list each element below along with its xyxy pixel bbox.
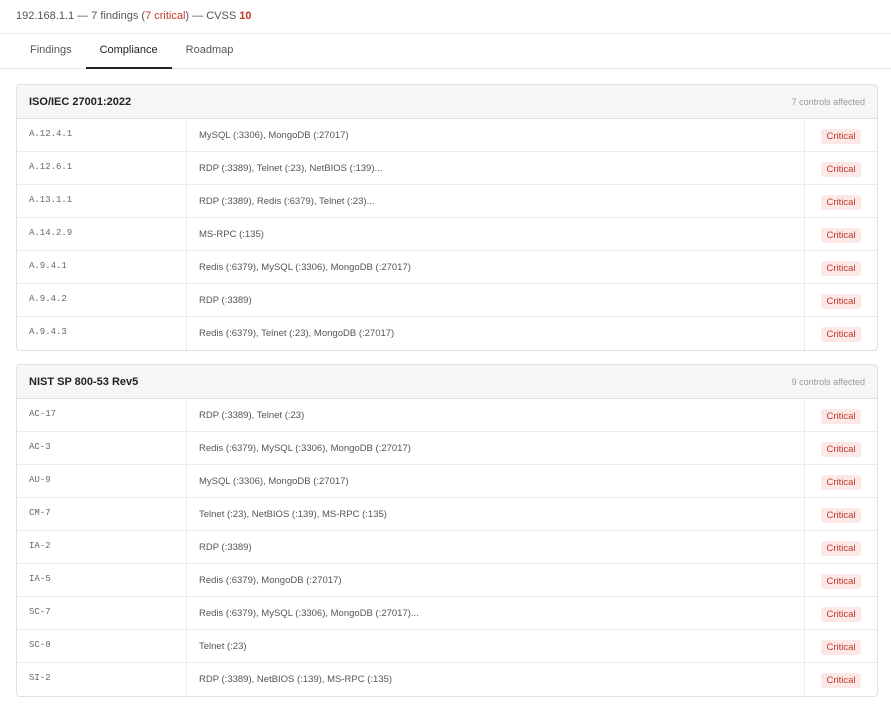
severity-badge: Critical: [821, 128, 861, 144]
cvss-label: — CVSS: [189, 10, 240, 22]
affected-services: RDP (:3389), NetBIOS (:139), MS-RPC (:13…: [187, 663, 805, 696]
affected-services: MS-RPC (:135): [187, 218, 805, 250]
severity-cell: Critical: [805, 432, 877, 464]
severity-cell: Critical: [805, 663, 877, 696]
table-row: IA-5 Redis (:6379), MongoDB (:27017) Criti…: [17, 564, 877, 597]
table-row: A.12.4.1 MySQL (:3306), MongoDB (:27017) C…: [17, 119, 877, 152]
affected-services: RDP (:3389), Redis (:6379), Telnet (:23)…: [187, 185, 805, 217]
tab-bar: Findings Compliance Roadmap: [0, 34, 891, 69]
tab-findings[interactable]: Findings: [16, 34, 86, 69]
affected-services: Redis (:6379), MySQL (:3306), MongoDB (:…: [187, 251, 805, 283]
tab-roadmap[interactable]: Roadmap: [172, 34, 248, 69]
control-id: AC-17: [17, 399, 187, 431]
affected-services: Redis (:6379), MongoDB (:27017): [187, 564, 805, 596]
affected-services: RDP (:3389), Telnet (:23), NetBIOS (:139…: [187, 152, 805, 184]
table-row: A.12.6.1 RDP (:3389), Telnet (:23), NetBI…: [17, 152, 877, 185]
table-row: AU-9 MySQL (:3306), MongoDB (:27017) Criti…: [17, 465, 877, 498]
severity-cell: Critical: [805, 218, 877, 250]
severity-cell: Critical: [805, 564, 877, 596]
severity-badge: Critical: [821, 441, 861, 457]
affected-services: Redis (:6379), Telnet (:23), MongoDB (:2…: [187, 317, 805, 350]
table-row: A.9.4.1 Redis (:6379), MySQL (:3306), Mon…: [17, 251, 877, 284]
framework-title: NIST SP 800-53 Rev5: [29, 375, 139, 388]
control-id: AU-9: [17, 465, 187, 497]
severity-badge: Critical: [821, 573, 861, 589]
summary-bar: 192.168.1.1 — 7 findings (7 critical) — …: [0, 0, 891, 34]
severity-badge: Critical: [821, 673, 861, 688]
severity-cell: Critical: [805, 317, 877, 350]
affected-services: Telnet (:23), NetBIOS (:139), MS-RPC (:1…: [187, 498, 805, 530]
severity-badge: Critical: [821, 408, 861, 424]
control-id: SI-2: [17, 663, 187, 696]
table-row: A.9.4.2 RDP (:3389) Critical: [17, 284, 877, 317]
table-row: A.14.2.9 MS-RPC (:135) Critical: [17, 218, 877, 251]
severity-badge: Critical: [821, 194, 861, 210]
table-row: SI-2 RDP (:3389), NetBIOS (:139), MS-RPC …: [17, 663, 877, 696]
severity-badge: Critical: [821, 474, 861, 490]
control-id: IA-2: [17, 531, 187, 563]
control-id: IA-5: [17, 564, 187, 596]
severity-badge: Critical: [821, 507, 861, 523]
table-row: CM-7 Telnet (:23), NetBIOS (:139), MS-RPC…: [17, 498, 877, 531]
affected-services: MySQL (:3306), MongoDB (:27017): [187, 119, 805, 151]
severity-cell: Critical: [805, 498, 877, 530]
severity-badge: Critical: [821, 327, 861, 342]
severity-cell: Critical: [805, 531, 877, 563]
severity-badge: Critical: [821, 540, 861, 556]
table-row: AC-17 RDP (:3389), Telnet (:23) Critical: [17, 399, 877, 432]
framework-title: ISO/IEC 27001:2022: [29, 95, 132, 108]
control-id: SC-8: [17, 630, 187, 662]
severity-cell: Critical: [805, 597, 877, 629]
framework-card: ISO/IEC 27001:2022 7 controls affected A.1…: [16, 84, 878, 351]
affected-services: Redis (:6379), MySQL (:3306), MongoDB (:…: [187, 597, 805, 629]
control-id: A.14.2.9: [17, 218, 187, 250]
controls-affected-count: 9 controls affected: [791, 376, 865, 387]
severity-cell: Critical: [805, 152, 877, 184]
control-id: AC-3: [17, 432, 187, 464]
severity-badge: Critical: [821, 639, 861, 655]
severity-cell: Critical: [805, 630, 877, 662]
severity-cell: Critical: [805, 185, 877, 217]
table-row: SC-7 Redis (:6379), MySQL (:3306), MongoD…: [17, 597, 877, 630]
framework-header: NIST SP 800-53 Rev5 9 controls affected: [17, 365, 877, 399]
cvss-score: 10: [239, 10, 252, 22]
severity-cell: Critical: [805, 465, 877, 497]
control-id: A.12.4.1: [17, 119, 187, 151]
affected-services: Telnet (:23): [187, 630, 805, 662]
severity-badge: Critical: [821, 161, 861, 177]
tab-compliance[interactable]: Compliance: [85, 34, 172, 69]
severity-badge: Critical: [821, 260, 861, 276]
framework-header: ISO/IEC 27001:2022 7 controls affected: [17, 85, 877, 119]
severity-badge: Critical: [821, 606, 861, 622]
severity-cell: Critical: [805, 284, 877, 316]
control-id: CM-7: [17, 498, 187, 530]
table-row: SC-8 Telnet (:23) Critical: [17, 630, 877, 663]
table-row: A.13.1.1 RDP (:3389), Redis (:6379), Teln…: [17, 185, 877, 218]
control-id: A.9.4.3: [17, 317, 187, 350]
control-id: A.9.4.1: [17, 251, 187, 283]
framework-card: NIST SP 800-53 Rev5 9 controls affected AC…: [16, 364, 878, 697]
severity-badge: Critical: [821, 293, 861, 309]
critical-count: 7 critical: [145, 10, 186, 22]
affected-services: RDP (:3389): [187, 531, 805, 563]
table-row: IA-2 RDP (:3389) Critical: [17, 531, 877, 564]
control-id: A.12.6.1: [17, 152, 187, 184]
severity-badge: Critical: [821, 227, 861, 243]
affected-services: RDP (:3389): [187, 284, 805, 316]
findings-count: 7 findings: [91, 10, 139, 22]
table-row: A.9.4.3 Redis (:6379), Telnet (:23), Mong…: [17, 317, 877, 350]
host-address: 192.168.1.1: [16, 10, 75, 22]
control-id: SC-7: [17, 597, 187, 629]
control-id: A.9.4.2: [17, 284, 187, 316]
affected-services: RDP (:3389), Telnet (:23): [187, 399, 805, 431]
affected-services: MySQL (:3306), MongoDB (:27017): [187, 465, 805, 497]
affected-services: Redis (:6379), MySQL (:3306), MongoDB (:…: [187, 432, 805, 464]
severity-cell: Critical: [805, 119, 877, 151]
separator: —: [74, 10, 92, 22]
control-id: A.13.1.1: [17, 185, 187, 217]
controls-affected-count: 7 controls affected: [791, 96, 865, 107]
table-row: AC-3 Redis (:6379), MySQL (:3306), MongoD…: [17, 432, 877, 465]
severity-cell: Critical: [805, 251, 877, 283]
severity-cell: Critical: [805, 399, 877, 431]
